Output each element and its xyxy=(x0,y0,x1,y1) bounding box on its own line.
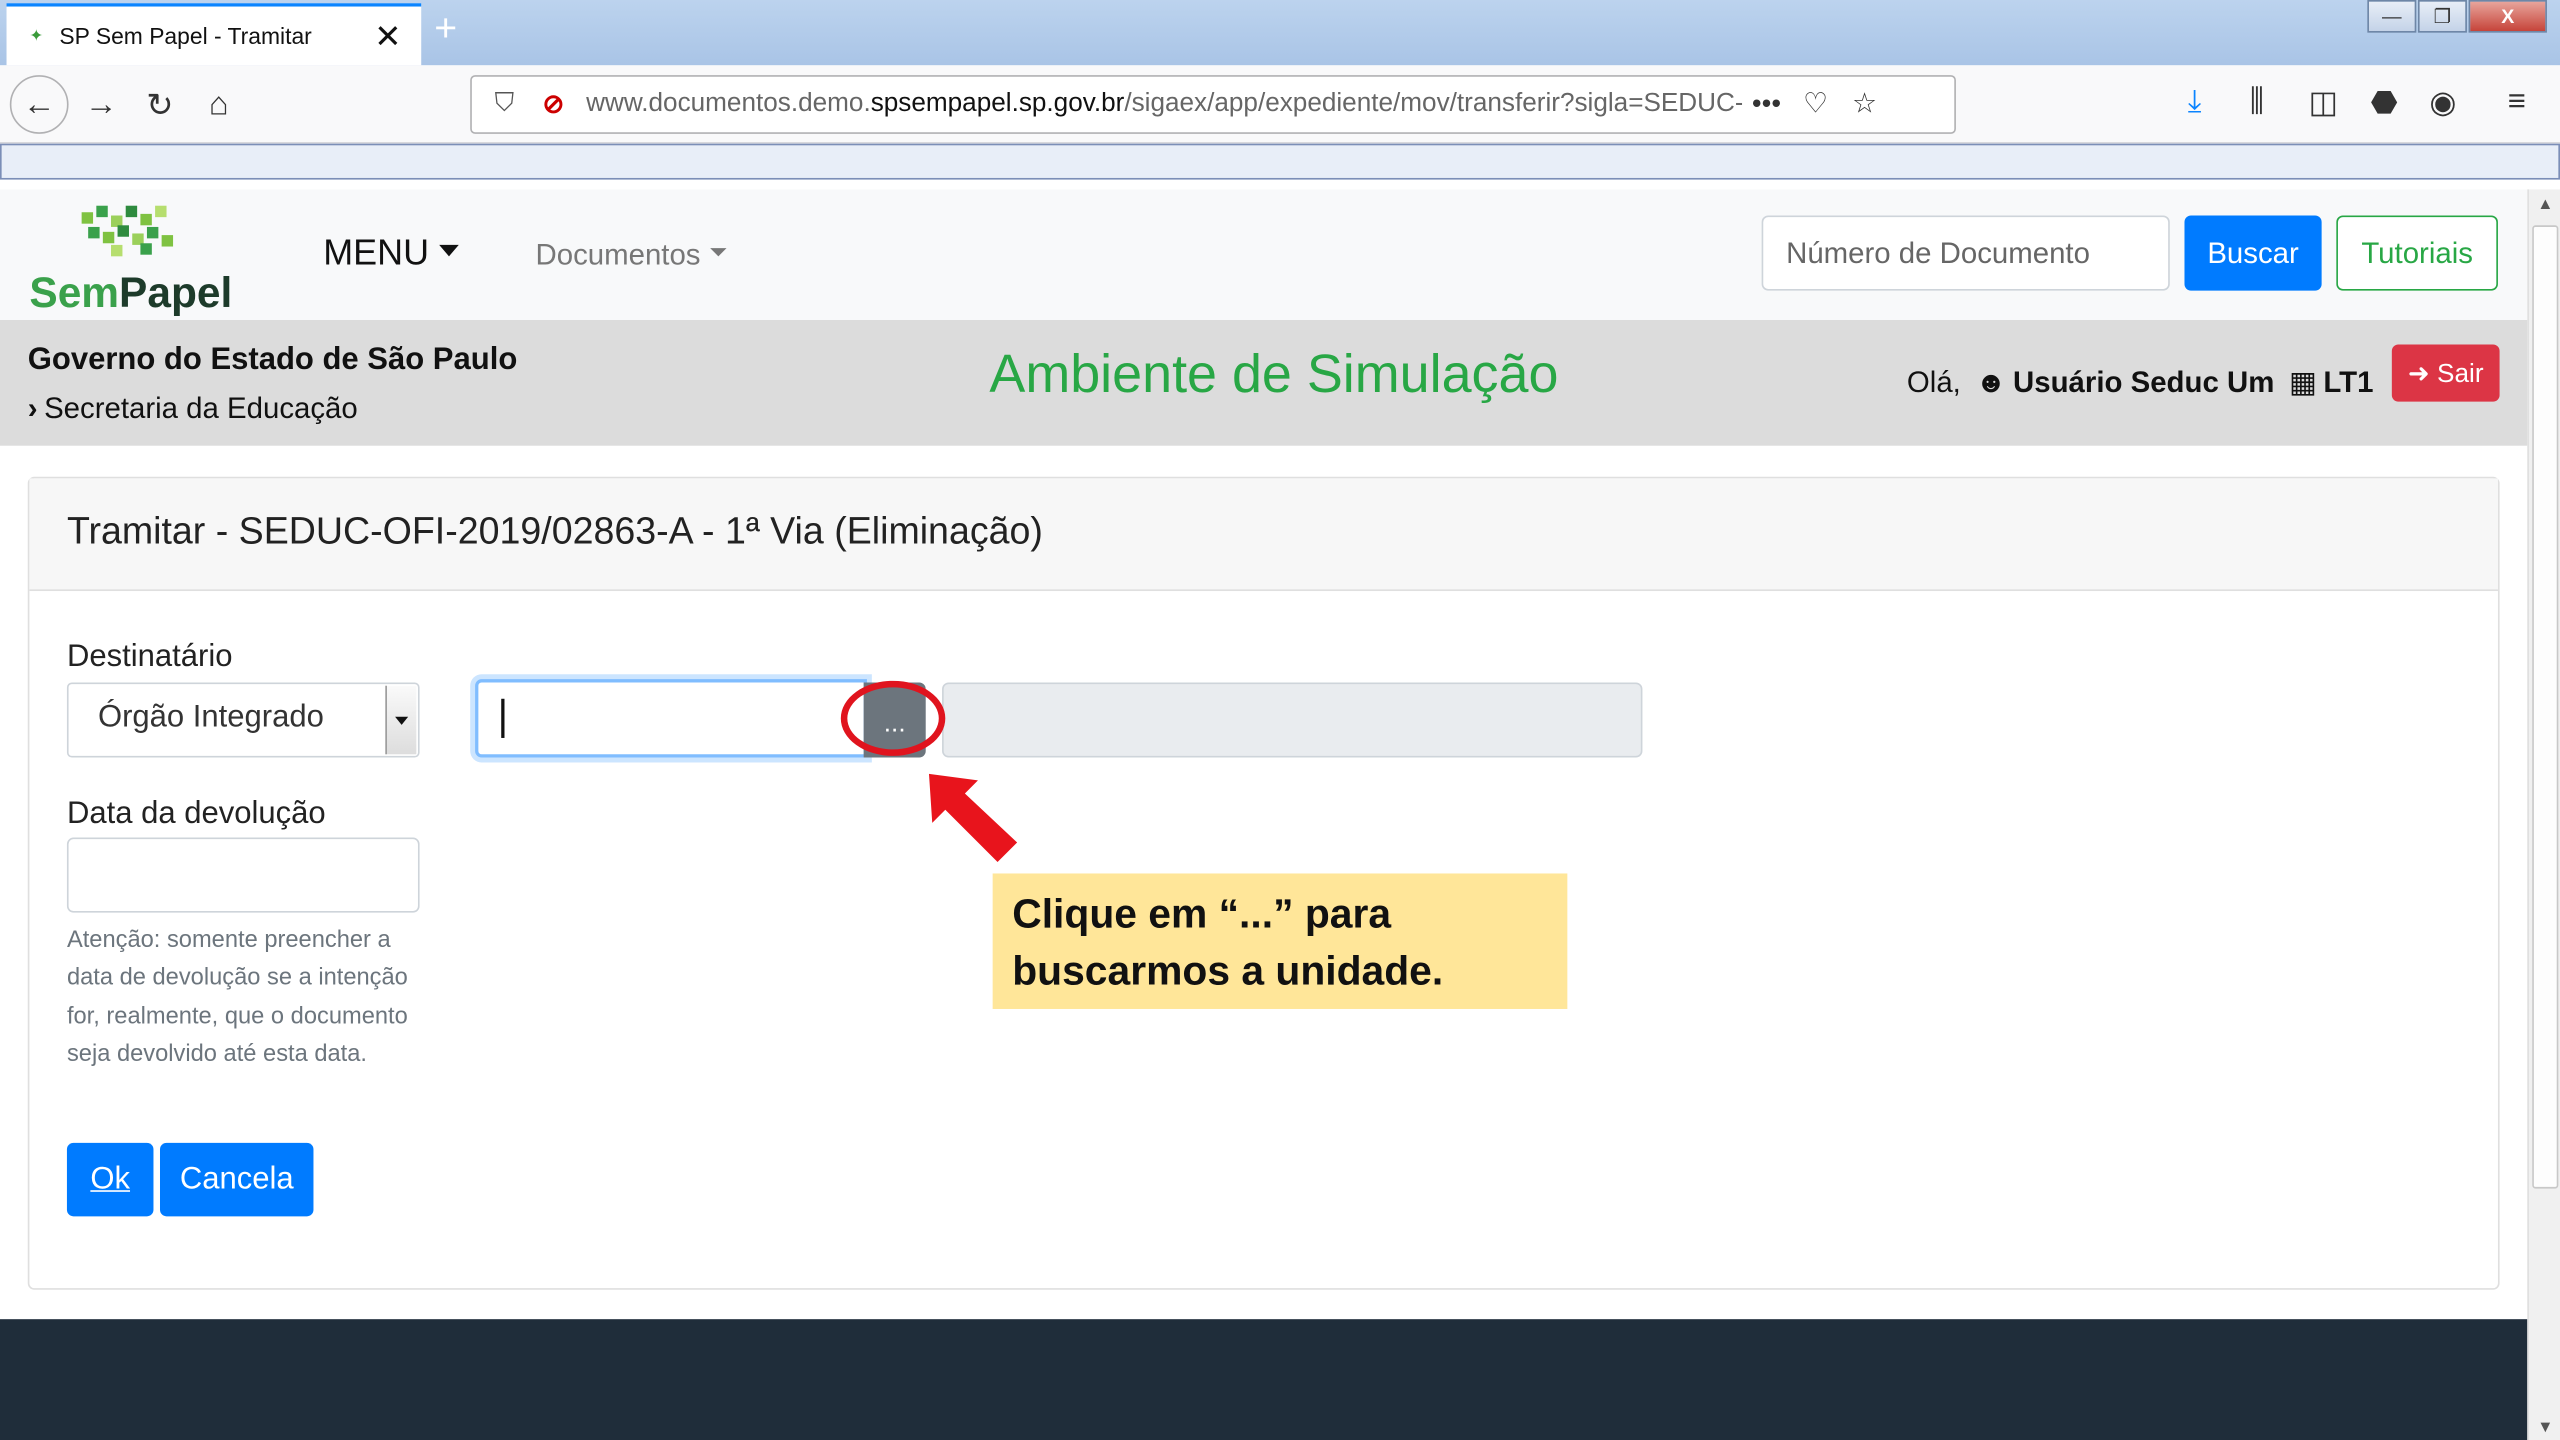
sempapel-logo[interactable]: SemPapel xyxy=(29,205,241,317)
scroll-up-icon[interactable]: ▲ xyxy=(2529,196,2560,214)
main-menu-dropdown[interactable]: MENU xyxy=(323,232,459,274)
window-close-button[interactable]: X xyxy=(2468,0,2547,33)
page-actions-icon[interactable]: ••• xyxy=(1742,88,1791,121)
search-button[interactable]: Buscar xyxy=(2184,215,2322,291)
scrollbar-thumb[interactable] xyxy=(2532,225,2559,1189)
account-icon[interactable]: ◉ xyxy=(2429,85,2456,123)
bookmark-star-icon[interactable]: ☆ xyxy=(1840,88,1889,121)
window-controls: — ❐ X xyxy=(2366,0,2547,33)
library-icon[interactable]: ⫼ xyxy=(2250,85,2264,121)
dropdown-arrow-icon[interactable] xyxy=(385,685,417,755)
page-title: Tramitar - SEDUC-OFI-2019/02863-A - 1ª V… xyxy=(66,509,1043,552)
tutorials-button[interactable]: Tutoriais xyxy=(2336,215,2498,291)
user-icon: ☻ xyxy=(1975,365,2007,399)
return-date-label: Data da devolução xyxy=(66,796,326,832)
browser-tab[interactable]: ✦ SP Sem Papel - Tramitar ✕ xyxy=(6,3,422,66)
restore-button[interactable]: ❐ xyxy=(2417,0,2467,33)
address-bar[interactable]: ⛉ ⊘ www.documentos.demo.spsempapel.sp.go… xyxy=(470,75,1956,134)
url-text[interactable]: www.documentos.demo.spsempapel.sp.gov.br… xyxy=(586,90,1742,119)
scroll-down-icon[interactable]: ▼ xyxy=(2529,1419,2560,1437)
extension-icon[interactable]: ⬣ xyxy=(2371,85,2398,123)
callout-line-1: Clique em “...” para xyxy=(1012,891,1392,938)
hamburger-menu-icon[interactable]: ≡ xyxy=(2508,85,2526,121)
page-footer xyxy=(0,1319,2528,1440)
search-unit-button[interactable]: ... xyxy=(863,682,926,758)
pocket-icon[interactable]: ♡ xyxy=(1791,88,1840,121)
logo-wordmark: SemPapel xyxy=(29,267,233,317)
sidebar-icon[interactable]: ◫ xyxy=(2309,85,2338,123)
insecure-lock-icon[interactable]: ⊘ xyxy=(534,88,573,121)
return-date-note: Atenção: somente preencher a data de dev… xyxy=(66,927,408,1068)
vertical-scrollbar[interactable]: ▲ ▼ xyxy=(2527,189,2560,1440)
home-icon[interactable]: ⌂ xyxy=(196,82,242,128)
document-number-input[interactable] xyxy=(1761,215,2170,291)
caret-down-icon xyxy=(438,244,459,256)
cancel-button[interactable]: Cancela xyxy=(159,1142,314,1217)
tutorial-callout: Clique em “...” para buscarmos a unidade… xyxy=(992,873,1568,1009)
caret-down-icon xyxy=(710,247,727,256)
tracking-shield-icon[interactable]: ⛉ xyxy=(485,90,524,119)
bookmarks-bar xyxy=(0,143,2560,180)
browser-tab-bar: ✦ SP Sem Papel - Tramitar ✕ + — ❐ X xyxy=(0,0,2560,66)
user-unit[interactable]: LT1 xyxy=(2323,366,2373,399)
organization-bar: Governo do Estado de São Paulo › Secretar… xyxy=(0,319,2528,446)
tab-close-icon[interactable]: ✕ xyxy=(374,16,401,57)
logo-mosaic-icon xyxy=(81,205,180,257)
recipient-type-select[interactable]: Órgão Integrado xyxy=(66,682,420,758)
chevron-right-icon: › xyxy=(27,391,38,425)
favicon-icon: ✦ xyxy=(29,26,44,45)
department-link[interactable]: › Secretaria da Educação xyxy=(28,392,358,426)
return-date-input[interactable] xyxy=(66,837,420,913)
government-name: Governo do Estado de São Paulo xyxy=(27,342,518,378)
forward-icon[interactable]: → xyxy=(78,82,124,128)
browser-nav-bar: ← → ↻ ⌂ ⛉ ⊘ www.documentos.demo.spsempap… xyxy=(0,65,2560,144)
tab-title: SP Sem Papel - Tramitar xyxy=(59,22,312,49)
callout-line-2: buscarmos a unidade. xyxy=(1012,948,1444,995)
site-header: SemPapel MENU Documentos Buscar Tutoriai… xyxy=(0,189,2528,320)
red-arrow-icon xyxy=(928,773,1018,863)
back-icon[interactable]: ← xyxy=(9,75,69,134)
user-greeting: Olá, ☻ Usuário Seduc Um ▦ LT1 xyxy=(1906,365,2374,399)
recipient-description-field xyxy=(942,682,1643,758)
sign-out-icon: ➜ xyxy=(2407,359,2430,388)
card-header: Tramitar - SEDUC-OFI-2019/02863-A - 1ª V… xyxy=(29,478,2498,592)
reload-icon[interactable]: ↻ xyxy=(137,82,183,128)
ok-button[interactable]: Ok xyxy=(66,1142,154,1217)
logout-button[interactable]: ➜ Sair xyxy=(2391,344,2500,402)
minimize-button[interactable]: — xyxy=(2367,0,2417,33)
downloads-icon[interactable]: ⤓ xyxy=(2188,85,2202,121)
recipient-label: Destinatário xyxy=(66,639,233,675)
new-tab-button[interactable]: + xyxy=(434,7,457,53)
user-name[interactable]: Usuário Seduc Um xyxy=(2013,366,2274,399)
building-icon: ▦ xyxy=(2289,365,2317,399)
recipient-unit-input[interactable] xyxy=(475,679,867,758)
environment-title: Ambiente de Simulação xyxy=(989,342,1559,404)
documents-dropdown[interactable]: Documentos xyxy=(536,238,727,272)
